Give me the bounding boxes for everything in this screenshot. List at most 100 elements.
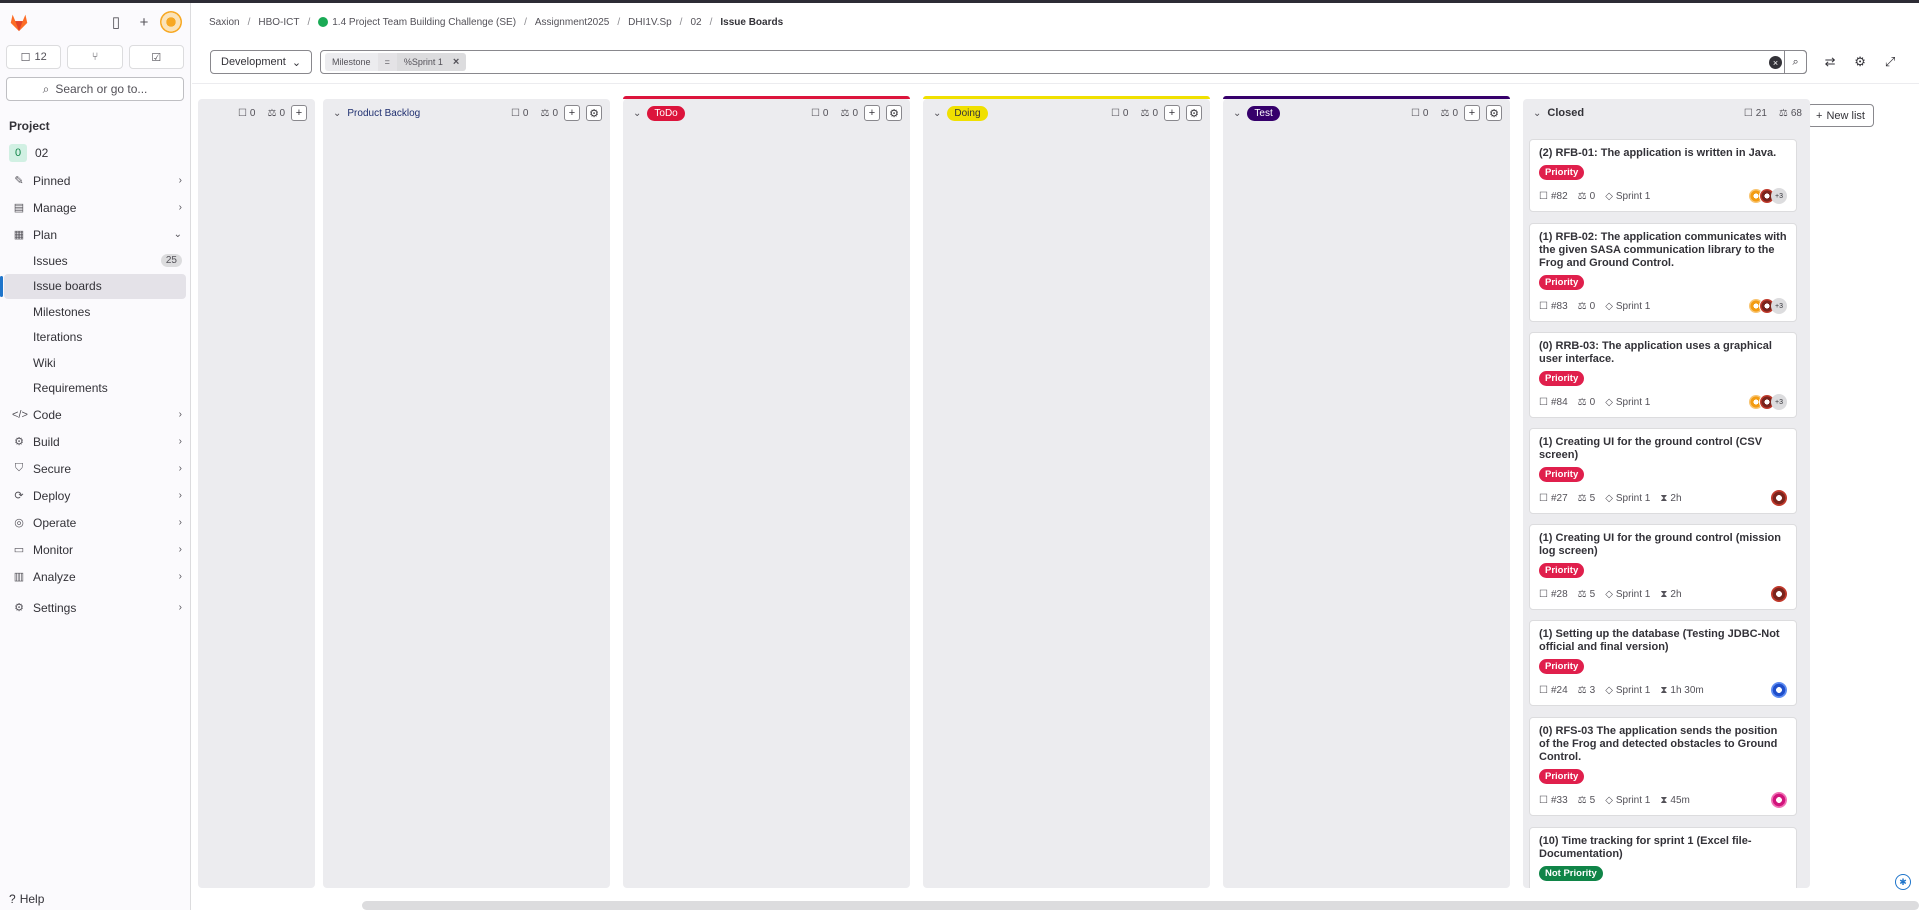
collapse-sidebar-icon[interactable]: ▯ [104,10,128,34]
search-filter-input[interactable]: Milestone = %Sprint 1 × × ⌕ [320,50,1808,74]
priority-label[interactable]: Priority [1539,371,1585,386]
priority-label[interactable]: Priority [1539,467,1585,482]
priority-label[interactable]: Not Priority [1539,866,1603,881]
issue-card[interactable]: (1) Setting up the database (Testing JDB… [1529,620,1797,706]
issue-card[interactable]: (0) RFS-03 The application sends the pos… [1529,717,1797,816]
close-icon[interactable]: × [453,56,459,68]
issue-title[interactable]: (1) Creating UI for the ground control (… [1539,436,1787,462]
nav-pinned[interactable]: ✎ Pinned › [0,167,190,194]
merge-requests-counter-button[interactable]: ⑂ [67,45,123,69]
issue-title[interactable]: (1) Creating UI for the ground control (… [1539,532,1787,558]
sidebar-item-milestones[interactable]: Milestones [0,299,190,325]
chevron-down-icon[interactable]: ⌄ [1233,108,1241,119]
sidebar-item-wiki[interactable]: Wiki [0,350,190,376]
issue-card[interactable]: (0) RRB-03: The application uses a graph… [1529,332,1797,418]
issue-title[interactable]: (0) RRB-03: The application uses a graph… [1539,340,1787,366]
chevron-down-icon[interactable]: ⌄ [333,108,341,119]
user-avatar[interactable] [160,11,182,33]
breadcrumb-item[interactable]: DHI1V.Sp [628,17,672,28]
avatar[interactable] [1771,792,1787,808]
board-horizontal-scrollbar[interactable] [362,901,1919,910]
priority-label[interactable]: Priority [1539,659,1585,674]
list-color-bar [623,96,910,99]
issue-title[interactable]: (1) RFB-02: The application communicates… [1539,231,1787,270]
avatar[interactable] [1771,586,1787,602]
nav-deploy[interactable]: ⟳ Deploy › [0,482,190,509]
add-issue-button[interactable]: + [1464,105,1480,121]
issue-card[interactable]: (10) Time tracking for sprint 1 (Excel f… [1529,827,1797,888]
add-issue-button[interactable]: + [291,105,307,121]
plus-icon[interactable]: + [132,10,156,34]
breadcrumb-item[interactable]: 02 [690,17,701,28]
todos-counter-button[interactable]: ☑ [128,45,184,69]
list-settings-gear-icon[interactable]: ⚙ [1186,105,1202,121]
add-issue-button[interactable]: + [1164,105,1180,121]
priority-label[interactable]: Priority [1539,275,1585,290]
priority-label[interactable]: Priority [1539,769,1585,784]
issue-milestone: Sprint 1 [1615,588,1651,600]
nav-code[interactable]: </> Code › [0,401,190,428]
search-button[interactable]: ⌕ Search or go to... [6,77,184,101]
nav-secure[interactable]: ⛉ Secure › [0,455,190,482]
issue-card[interactable]: (2) RFB-01: The application is written i… [1529,139,1797,212]
issue-card[interactable]: (1) RFB-02: The application communicates… [1529,223,1797,322]
help-button[interactable]: ? Help [9,892,44,906]
issue-number: #27 [1550,492,1568,504]
clear-filter-icon[interactable]: × [1769,56,1783,69]
board-settings-gear-icon[interactable]: ⚙ [1849,51,1871,73]
avatar[interactable] [1771,682,1787,698]
issues-counter-button[interactable]: ☐ 12 [6,45,62,69]
weight-count-value: 0 [279,107,285,119]
list-label: Doing [947,105,988,121]
sidebar-item-requirements[interactable]: Requirements [0,376,190,402]
nav-settings[interactable]: ⚙ Settings › [0,594,190,621]
breadcrumb-item[interactable]: Assignment2025 [535,17,610,28]
issue-title[interactable]: (1) Setting up the database (Testing JDB… [1539,628,1787,654]
issue-title[interactable]: (0) RFS-03 The application sends the pos… [1539,725,1787,764]
sidebar-item-issues[interactable]: Issues 25 [0,248,190,274]
breadcrumb-item[interactable]: Saxion [209,17,240,28]
hourglass-icon: ⧗ [1660,684,1668,696]
priority-label[interactable]: Priority [1539,165,1585,180]
issue-card[interactable]: (1) Creating UI for the ground control (… [1529,428,1797,514]
new-list-button[interactable]: + New list [1807,104,1874,127]
weight-icon: ⚖ [267,107,277,119]
list-header: ☐ 0 ⚖ 0 + [198,99,315,127]
more-assignees-badge[interactable]: +3 [1771,298,1787,314]
fullscreen-icon[interactable]: ⤢ [1879,51,1901,73]
filter-token[interactable]: Milestone = %Sprint 1 × [325,53,467,71]
add-issue-button[interactable]: + [864,105,880,121]
search-icon[interactable]: ⌕ [1784,50,1808,74]
nav-manage[interactable]: ▤ Manage › [0,194,190,221]
swimlanes-icon[interactable]: ⇄ [1819,51,1841,73]
avatar[interactable] [1771,490,1787,506]
ai-assistant-icon[interactable]: ✱ [1895,874,1911,890]
chevron-down-icon[interactable]: ⌄ [633,108,641,119]
issue-title[interactable]: (10) Time tracking for sprint 1 (Excel f… [1539,835,1787,861]
nav-operate[interactable]: ◎ Operate › [0,509,190,536]
breadcrumb-item[interactable]: HBO-ICT [258,17,299,28]
board-selector-dropdown[interactable]: Development ⌄ [210,50,313,74]
chevron-down-icon[interactable]: ⌄ [933,108,941,119]
nav-build[interactable]: ⚙ Build › [0,428,190,455]
gitlab-logo-icon[interactable] [8,11,30,33]
more-assignees-badge[interactable]: +3 [1771,188,1787,204]
list-settings-gear-icon[interactable]: ⚙ [886,105,902,121]
nav-monitor[interactable]: ▭ Monitor › [0,536,190,563]
chevron-down-icon[interactable]: ⌄ [1533,108,1541,119]
issue-title[interactable]: (2) RFB-01: The application is written i… [1539,147,1787,160]
breadcrumb-current[interactable]: Issue Boards [720,17,783,28]
add-issue-button[interactable]: + [564,105,580,121]
project-link[interactable]: 0 02 [0,141,190,165]
sidebar-item-iterations[interactable]: Iterations [0,325,190,351]
issue-card[interactable]: (1) Creating UI for the ground control (… [1529,524,1797,610]
sidebar-item-issue-boards[interactable]: Issue boards [0,273,186,299]
weight-count: ⚖ 0 [540,108,558,119]
list-settings-gear-icon[interactable]: ⚙ [1486,105,1502,121]
breadcrumb-item[interactable]: 1.4 Project Team Building Challenge (SE) [332,17,516,28]
list-settings-gear-icon[interactable]: ⚙ [586,105,602,121]
nav-plan[interactable]: ▦ Plan ⌄ [0,221,190,248]
more-assignees-badge[interactable]: +3 [1771,394,1787,410]
nav-analyze[interactable]: ▥ Analyze › [0,563,190,590]
priority-label[interactable]: Priority [1539,563,1585,578]
